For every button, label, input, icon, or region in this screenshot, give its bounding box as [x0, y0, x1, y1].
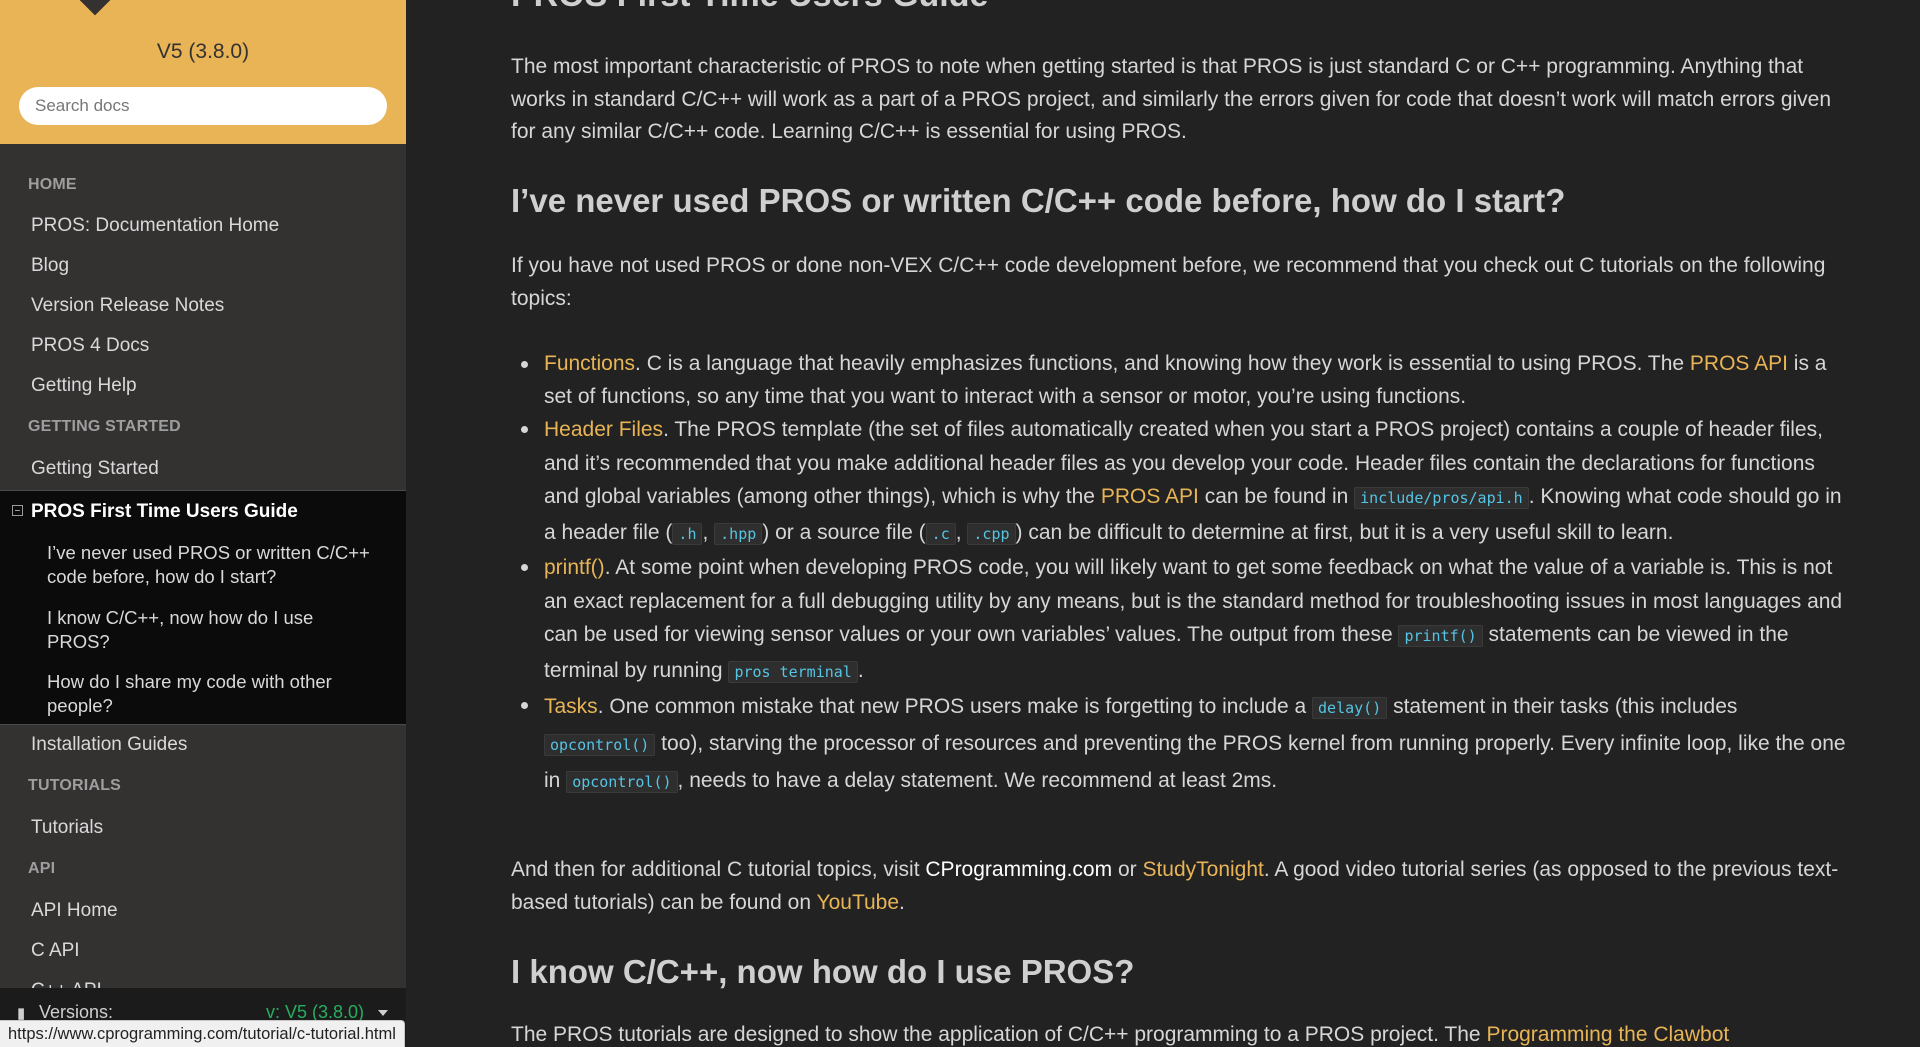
- code-opcontrol-2: opcontrol(): [566, 771, 678, 793]
- section-heading-know-cpp: I know C/C++, now how do I use PROS?: [511, 953, 1135, 990]
- code-printf: printf(): [1398, 625, 1483, 647]
- caption-api: API: [28, 860, 56, 877]
- topic-list: Functions. C is a language that heavily …: [511, 348, 1846, 800]
- functions-link[interactable]: Functions: [544, 352, 635, 375]
- sidebar-item-installation-guides[interactable]: Installation Guides: [31, 734, 187, 756]
- code-pros-terminal: pros terminal: [728, 660, 858, 683]
- sidebar-current-section: PROS First Time Users Guide I’ve never u…: [0, 490, 406, 725]
- printf-text-3: .: [857, 658, 864, 682]
- caption-getting-started: GETTING STARTED: [28, 418, 181, 435]
- header-text-4: ) or a source file (: [762, 520, 926, 544]
- additional-text-2: or: [1112, 858, 1143, 881]
- section2-text: The PROS tutorials are designed to show …: [511, 1023, 1487, 1046]
- code-h: .h: [672, 522, 703, 545]
- intro-paragraph: The most important characteristic of PRO…: [511, 55, 1832, 143]
- section1-intro: If you have not used PROS or done non-VE…: [511, 254, 1826, 310]
- tasks-text: . One common mistake that new PROS users…: [597, 695, 1313, 718]
- separator-text: ,: [702, 520, 715, 544]
- page-title: PROS First Time Users Guide: [511, 0, 988, 15]
- sidebar-item-api-home[interactable]: API Home: [31, 900, 118, 922]
- sidebar-subitem-never-used[interactable]: I’ve never used PROS or written C/C++ co…: [47, 541, 377, 589]
- version-label: V5 (3.8.0): [156, 40, 250, 63]
- additional-text-4: .: [899, 890, 905, 914]
- header-files-link[interactable]: Header Files: [544, 418, 663, 441]
- code-hpp: .hpp: [714, 522, 763, 545]
- pros-api-link[interactable]: PROS API: [1690, 352, 1788, 375]
- pros-api-link-2[interactable]: PROS API: [1101, 485, 1199, 508]
- collapse-toggle-icon[interactable]: [12, 505, 23, 516]
- tasks-link[interactable]: Tasks: [544, 695, 598, 718]
- sidebar-item-release-notes[interactable]: Version Release Notes: [31, 295, 224, 317]
- section-heading-never-used: I’ve never used PROS or written C/C++ co…: [511, 182, 1566, 219]
- bullet-icon: [521, 426, 528, 433]
- list-item-header-files: Header Files. The PROS template (the set…: [511, 413, 1846, 551]
- search-input[interactable]: [19, 87, 387, 125]
- studytonight-link[interactable]: StudyTonight: [1142, 858, 1263, 881]
- sidebar-header: V5 (3.8.0): [0, 0, 406, 144]
- header-text-2: can be found in: [1198, 485, 1355, 508]
- sidebar-item-documentation-home[interactable]: PROS: Documentation Home: [31, 215, 279, 237]
- sidebar-item-getting-started[interactable]: Getting Started: [31, 458, 159, 480]
- sidebar-item-tutorials[interactable]: Tutorials: [31, 817, 103, 839]
- code-c: .c: [925, 522, 956, 545]
- status-bar-url: https://www.cprogramming.com/tutorial/c-…: [0, 1020, 405, 1047]
- caption-home: HOME: [28, 176, 77, 193]
- caption-tutorials: TUTORIALS: [28, 777, 122, 794]
- sidebar-item-pros4-docs[interactable]: PROS 4 Docs: [31, 335, 149, 357]
- additional-text: And then for additional C tutorial topic…: [511, 858, 926, 881]
- printf-link[interactable]: printf(): [544, 556, 605, 579]
- code-delay: delay(): [1312, 697, 1388, 719]
- list-item-printf: printf(). At some point when developing …: [511, 551, 1846, 689]
- programming-clawbot-link[interactable]: Programming the Clawbot: [1486, 1023, 1729, 1046]
- youtube-link[interactable]: YouTube: [817, 891, 900, 914]
- section2-paragraph: The PROS tutorials are designed to show …: [511, 1019, 1841, 1046]
- functions-text: . C is a language that heavily emphasize…: [635, 352, 1690, 375]
- sidebar-subitem-share-code[interactable]: How do I share my code with other people…: [47, 670, 377, 718]
- bullet-icon: [521, 702, 528, 709]
- separator-text: ,: [955, 520, 968, 544]
- sidebar-item-first-time-users-guide[interactable]: PROS First Time Users Guide: [31, 501, 298, 523]
- sidebar-item-c-api[interactable]: C API: [31, 940, 80, 962]
- list-item-tasks: Tasks. One common mistake that new PROS …: [511, 689, 1846, 800]
- sidebar-item-getting-help[interactable]: Getting Help: [31, 375, 137, 397]
- main-content: PROS First Time Users Guide The most imp…: [406, 0, 1920, 1046]
- header-text-5: ) can be difficult to determine at first…: [1015, 520, 1674, 544]
- bullet-icon: [521, 361, 528, 368]
- code-opcontrol: opcontrol(): [544, 734, 656, 756]
- sidebar-subitem-know-cpp[interactable]: I know C/C++, now how do I use PROS?: [47, 606, 377, 654]
- code-cpp: .cpp: [967, 522, 1016, 545]
- sidebar-item-blog[interactable]: Blog: [31, 255, 69, 277]
- cprogramming-link[interactable]: CProgramming.com: [925, 858, 1112, 881]
- list-item-functions: Functions. C is a language that heavily …: [511, 348, 1846, 413]
- additional-topics-paragraph: And then for additional C tutorial topic…: [511, 854, 1841, 919]
- logo-icon[interactable]: [76, 0, 114, 16]
- tasks-text-4: , needs to have a delay statement. We re…: [677, 769, 1278, 792]
- code-api-h: include/pros/api.h: [1354, 487, 1529, 509]
- caret-down-icon[interactable]: [378, 1010, 388, 1016]
- sidebar: V5 (3.8.0) HOME PROS: Documentation Home…: [0, 0, 406, 1046]
- bullet-icon: [521, 564, 528, 571]
- tasks-text-2: statement in their tasks (this includes: [1387, 695, 1738, 718]
